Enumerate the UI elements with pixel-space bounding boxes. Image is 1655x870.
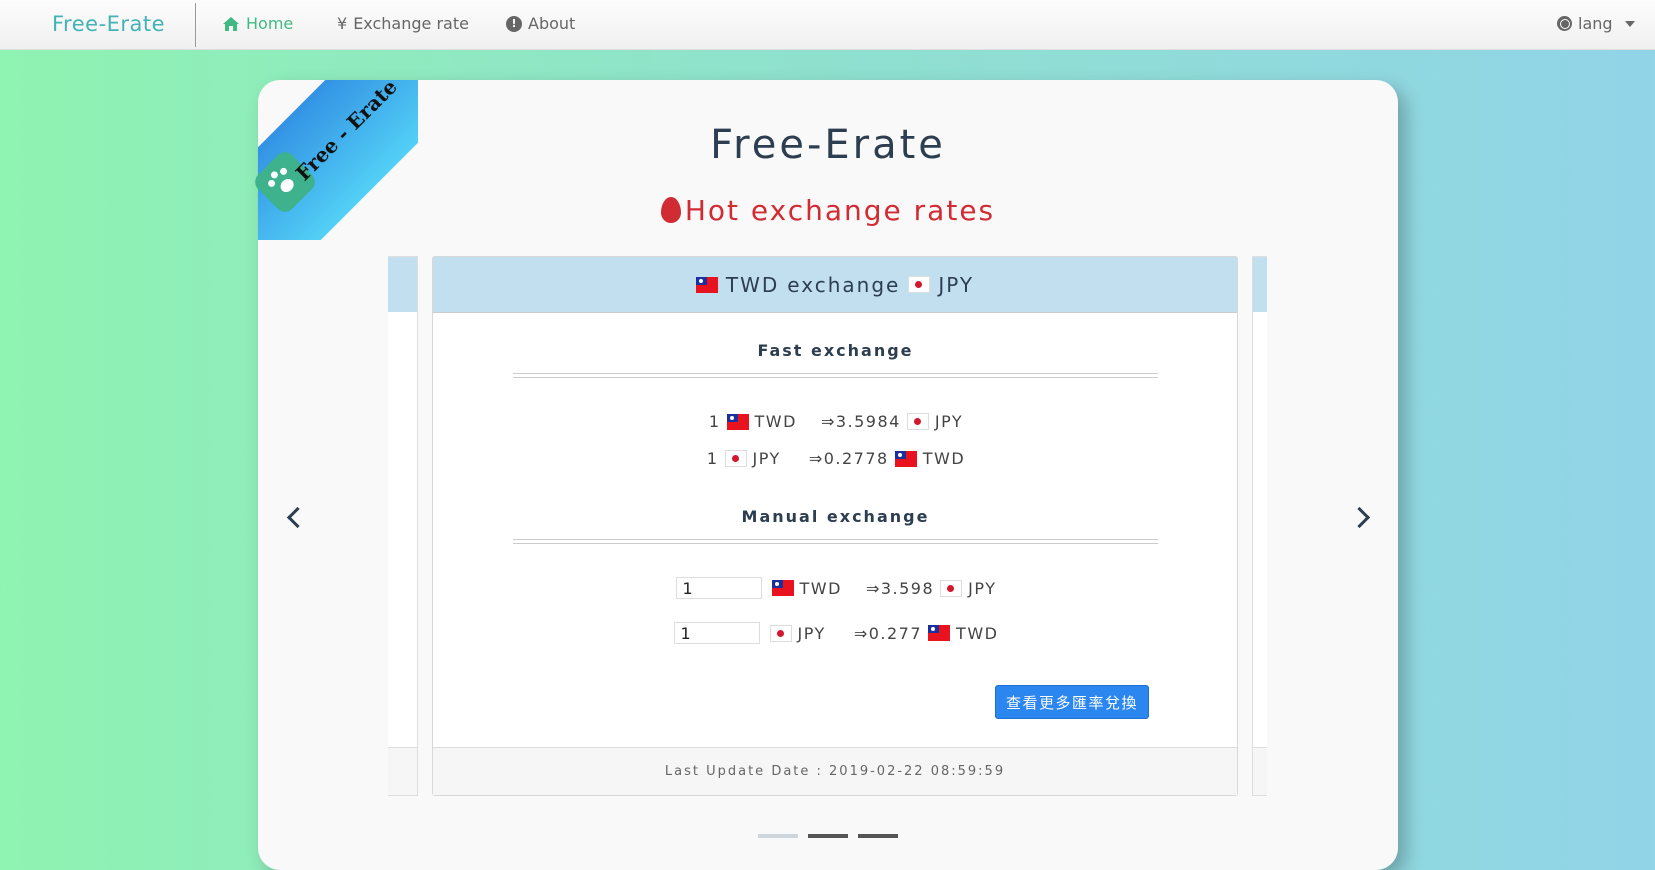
brand-link[interactable]: Free-Erate [52, 12, 165, 36]
info-icon: ! [506, 15, 522, 32]
nav-home[interactable]: Home [222, 14, 293, 33]
page-title: Free-Erate [710, 122, 946, 168]
carousel-indicator-1[interactable] [758, 834, 798, 838]
nav-exchange-label: Exchange rate [353, 14, 469, 33]
lang-dropdown[interactable]: lang [1557, 14, 1635, 33]
nav-about[interactable]: ! About [506, 14, 575, 33]
from-currency: TWD [754, 412, 797, 431]
home-icon [223, 16, 239, 31]
manual-row: TWD ⇒3.598 JPY [433, 577, 1239, 599]
to-currency: TWD [956, 623, 999, 643]
manual-row: JPY ⇒0.277 TWD [433, 622, 1239, 644]
nav-home-label: Home [246, 14, 294, 33]
nav-about-label: About [528, 14, 576, 33]
amount-input[interactable] [673, 622, 760, 644]
to-currency: TWD [922, 449, 966, 468]
yen-icon: ¥ [337, 14, 348, 33]
divider [513, 373, 1158, 378]
header-word: exchange [787, 272, 901, 297]
rate-value: ⇒0.277 [853, 623, 923, 643]
last-update-footer: Last Update Date : 2019-02-22 08:59:59 [433, 747, 1237, 795]
taiwan-flag-icon [695, 276, 718, 293]
rate-value: ⇒3.5984 [820, 412, 901, 431]
manual-exchange-title: Manual exchange [741, 507, 930, 526]
fast-row: 1 TWD ⇒3.5984 JPY [433, 412, 1239, 431]
to-currency: JPY [934, 412, 964, 431]
section-subtitle: Hot exchange rates [258, 194, 1398, 227]
more-rates-button[interactable]: 查看更多匯率兌換 [995, 685, 1150, 719]
header-to: JPY [938, 272, 975, 297]
taiwan-flag-icon [928, 625, 951, 641]
prev-slide-card [388, 256, 418, 796]
subtitle-text: Hot exchange rates [684, 194, 996, 227]
navbar: Free-Erate Home ¥ Exchange rate ! About … [0, 0, 1655, 50]
rate-value: ⇒0.2778 [808, 449, 889, 468]
rate-value: ⇒3.598 [865, 578, 935, 598]
carousel-indicator-3[interactable] [858, 834, 898, 838]
from-currency: JPY [752, 449, 781, 468]
japan-flag-icon [908, 276, 931, 293]
amount: 1 [708, 412, 721, 431]
japan-flag-icon [940, 579, 963, 597]
lang-label: lang [1578, 14, 1613, 33]
divider [513, 539, 1158, 544]
carousel-indicator-2[interactable] [808, 834, 848, 838]
next-slide-card [1252, 256, 1267, 796]
fast-exchange-title: Fast exchange [757, 341, 914, 360]
card-header: TWD exchange JPY [433, 257, 1237, 313]
taiwan-flag-icon [894, 450, 917, 467]
fast-row: 1 JPY ⇒0.2778 TWD [433, 449, 1239, 468]
japan-flag-icon [769, 624, 792, 642]
fire-icon [660, 197, 681, 223]
to-currency: JPY [968, 578, 997, 598]
amount: 1 [706, 449, 719, 468]
amount-input[interactable] [675, 577, 762, 599]
from-currency: JPY [797, 623, 826, 643]
nav-exchange-rate[interactable]: ¥ Exchange rate [337, 14, 469, 33]
japan-flag-icon [906, 413, 929, 430]
japan-flag-icon [724, 450, 747, 467]
navbar-divider [195, 3, 196, 47]
caret-down-icon [1624, 20, 1635, 27]
globe-icon [1557, 16, 1572, 31]
header-from: TWD [725, 272, 780, 297]
from-currency: TWD [799, 578, 842, 598]
exchange-card: TWD exchange JPY Fast exchange 1 TWD ⇒3.… [432, 256, 1238, 796]
taiwan-flag-icon [726, 413, 749, 430]
taiwan-flag-icon [771, 580, 794, 596]
